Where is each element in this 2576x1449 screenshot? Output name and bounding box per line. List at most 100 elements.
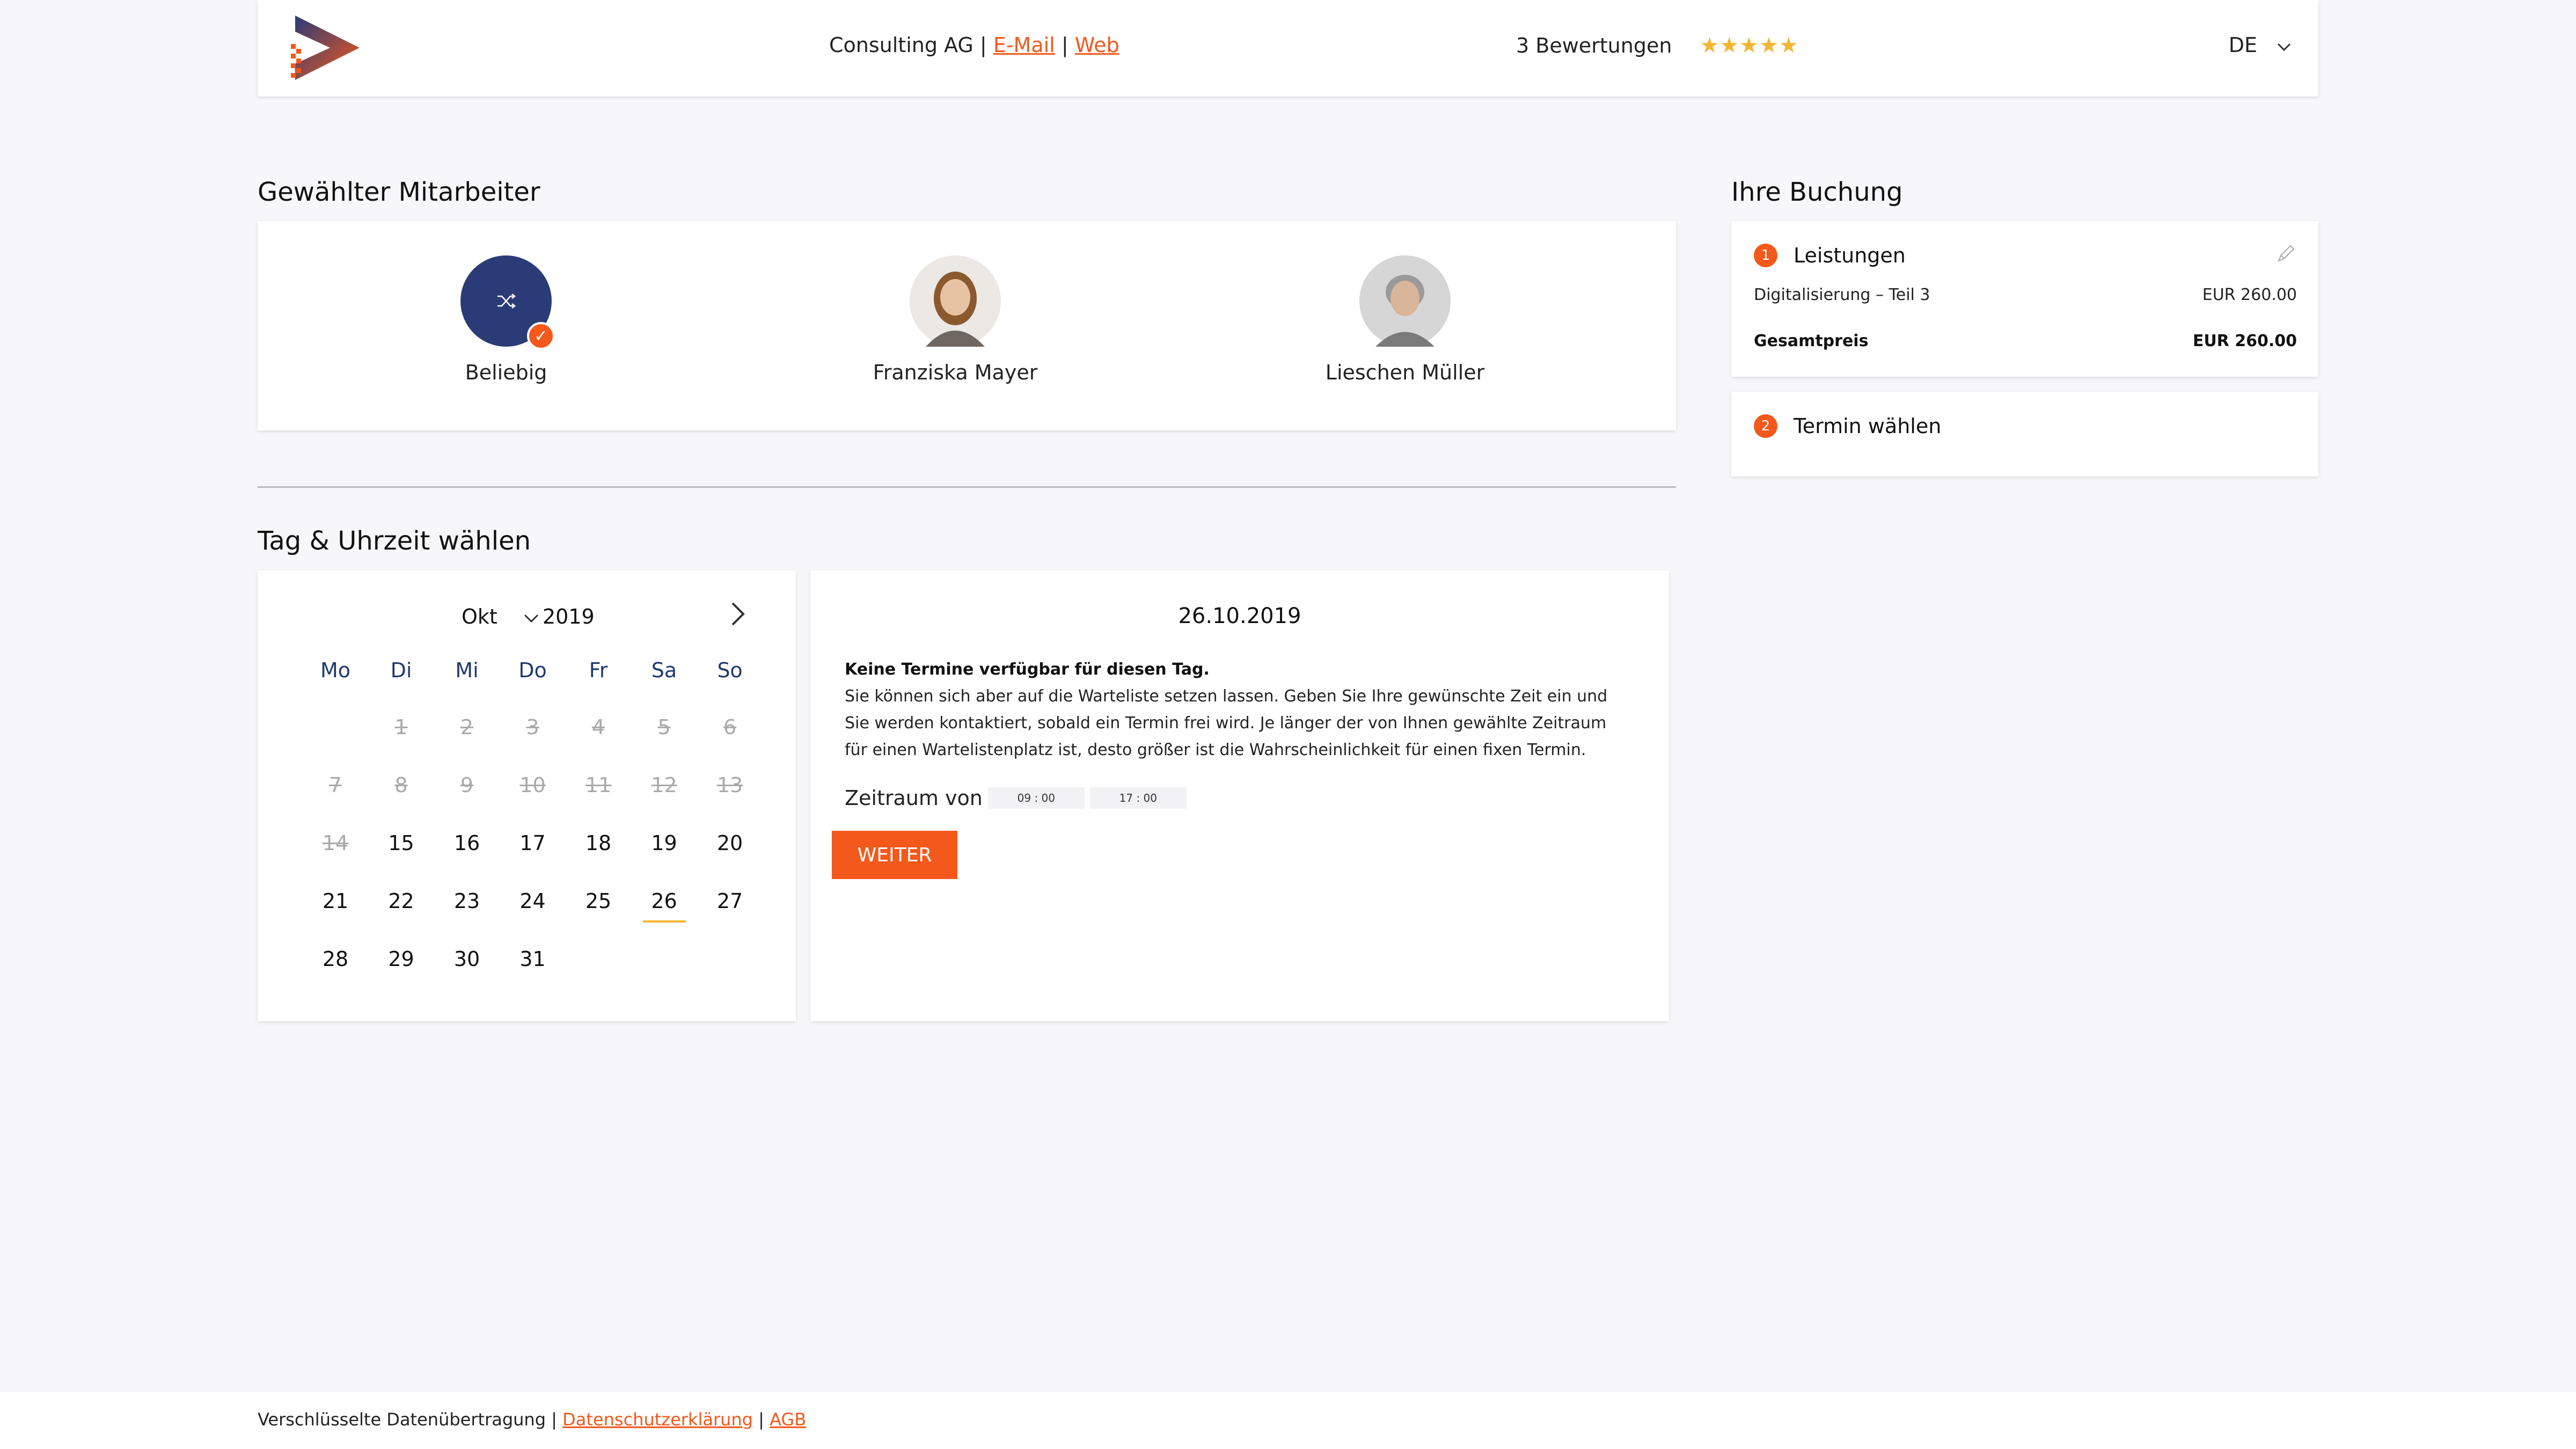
step-number: 1 <box>1754 244 1777 267</box>
calendar-day[interactable]: 20 <box>708 831 751 855</box>
calendar-day-disabled: 14 <box>322 831 349 855</box>
step-label: Leistungen <box>1794 244 1906 267</box>
employee-any[interactable]: ✓ Beliebig <box>399 255 613 384</box>
weekday-header: Fr <box>589 658 608 682</box>
weekday-header: So <box>717 658 743 682</box>
web-link[interactable]: Web <box>1075 33 1119 57</box>
footer-links: Verschlüsselte Datenübertragung | Datens… <box>258 1409 807 1430</box>
weekday-header: Di <box>390 658 412 682</box>
continue-button[interactable]: WEITER <box>832 831 957 879</box>
calendar-day[interactable]: 18 <box>577 831 620 855</box>
calendar-day[interactable]: 15 <box>380 831 423 855</box>
total-label: Gesamtpreis <box>1754 332 1869 350</box>
time-range: Zeitraum von 09 : 00 17 : 00 <box>845 786 1187 810</box>
step-appointment: 2 Termin wählen <box>1754 414 1941 438</box>
calendar-day-selected[interactable]: 26 <box>642 889 686 923</box>
encryption-note: Verschlüsselte Datenübertragung <box>258 1409 546 1430</box>
calendar-day-disabled: 4 <box>591 715 605 739</box>
weekday-header: Mi <box>455 658 479 682</box>
step-services: 1 Leistungen <box>1754 244 1906 267</box>
step-number: 2 <box>1754 414 1777 438</box>
chevron-down-icon <box>523 605 539 628</box>
employee-name: Franziska Mayer <box>873 361 1038 384</box>
waitlist-info: Keine Termine verfügbar für diesen Tag. … <box>845 656 1628 764</box>
star-rating-icon: ★★★★★ <box>1700 33 1799 58</box>
no-slots-message: Keine Termine verfügbar für diesen Tag. <box>845 660 1210 679</box>
calendar-day[interactable]: 30 <box>445 947 488 971</box>
date-section-title: Tag & Uhrzeit wählen <box>258 526 531 556</box>
language-value: DE <box>2228 33 2257 57</box>
calendar-day-disabled: 9 <box>460 773 474 797</box>
year-value: 2019 <box>543 605 595 628</box>
range-label: Zeitraum von <box>845 786 983 810</box>
footer: Verschlüsselte Datenübertragung | Datens… <box>0 1392 2576 1449</box>
chevron-down-icon <box>2277 33 2292 57</box>
company-name: Consulting AG <box>829 33 974 57</box>
employee-name: Lieschen Müller <box>1325 361 1485 384</box>
service-price: EUR 260.00 <box>2202 286 2297 304</box>
booking-services: 1 Leistungen Digitalisierung – Teil 3 EU… <box>1731 221 2318 377</box>
language-select[interactable]: DE <box>2229 33 2292 57</box>
selected-date: 26.10.2019 <box>1178 604 1301 628</box>
calendar-day[interactable]: 22 <box>380 889 423 913</box>
calendar-day-disabled: 7 <box>328 773 342 797</box>
calendar-day-disabled: 2 <box>460 715 474 739</box>
calendar-day-disabled: 11 <box>585 773 612 797</box>
avatar <box>1359 255 1451 347</box>
calendar-day-disabled: 13 <box>716 773 743 797</box>
employee-lieschen[interactable]: Lieschen Müller <box>1298 255 1512 384</box>
calendar-day[interactable]: 23 <box>445 889 488 913</box>
calendar-day[interactable]: 28 <box>314 947 357 971</box>
terms-link[interactable]: AGB <box>770 1409 806 1430</box>
total-row: Gesamtpreis EUR 260.00 <box>1754 332 2297 350</box>
calendar-day[interactable]: 19 <box>643 831 686 855</box>
calendar-day[interactable]: 21 <box>314 889 357 913</box>
time-to-input[interactable]: 17 : 00 <box>1089 787 1187 809</box>
total-price: EUR 260.00 <box>2192 332 2297 350</box>
selected-check-icon: ✓ <box>527 322 555 350</box>
avatar <box>910 255 1001 347</box>
email-link[interactable]: E-Mail <box>993 33 1055 57</box>
privacy-link[interactable]: Datenschutzerklärung <box>562 1409 753 1430</box>
ratings-count: 3 Bewertungen <box>1516 34 1672 57</box>
header-bar: Consulting AG | E-Mail | Web 3 Bewertung… <box>258 0 2318 97</box>
weekday-header: Sa <box>651 658 677 682</box>
calendar-day-disabled: 5 <box>657 715 671 739</box>
service-row: Digitalisierung – Teil 3 EUR 260.00 <box>1754 286 2297 304</box>
service-name: Digitalisierung – Teil 3 <box>1754 286 1930 304</box>
shuffle-icon: ✓ <box>460 255 555 350</box>
calendar-day[interactable]: 17 <box>511 831 554 855</box>
year-select[interactable]: 2019 <box>523 605 595 628</box>
month-select[interactable]: Okt <box>462 605 497 628</box>
company-logo[interactable] <box>290 13 365 83</box>
weekday-header: Do <box>518 658 547 682</box>
weekday-header: Mo <box>320 658 351 682</box>
next-month-button[interactable] <box>730 601 746 634</box>
timeslot-panel: 26.10.2019 Keine Termine verfügbar für d… <box>810 570 1669 1021</box>
ratings[interactable]: 3 Bewertungen ★★★★★ <box>1516 33 1799 58</box>
edit-pencil-icon[interactable] <box>2275 243 2297 269</box>
calendar-day[interactable]: 29 <box>380 947 423 971</box>
waitlist-text: Sie können sich aber auf die Warteliste … <box>845 687 1608 759</box>
calendar-day[interactable]: 24 <box>511 889 554 913</box>
employee-section-title: Gewählter Mitarbeiter <box>258 177 540 207</box>
employee-picker: ✓ Beliebig Franziska Mayer Lieschen Müll… <box>258 221 1676 430</box>
employee-franziska[interactable]: Franziska Mayer <box>848 255 1063 384</box>
calendar-day[interactable]: 27 <box>708 889 751 913</box>
calendar: Okt 2019 Mo Di Mi Do Fr Sa So 1 2 3 4 5 6 7 8 9 10 11 12 13… <box>258 570 796 1021</box>
booking-appointment: 2 Termin wählen <box>1731 392 2318 477</box>
calendar-day-disabled: 3 <box>526 715 539 739</box>
company-contact: Consulting AG | E-Mail | Web <box>829 33 1119 57</box>
time-from-input[interactable]: 09 : 00 <box>987 787 1085 809</box>
calendar-day-disabled: 6 <box>723 715 737 739</box>
calendar-day[interactable]: 16 <box>445 831 488 855</box>
calendar-day[interactable]: 25 <box>577 889 620 913</box>
calendar-day-disabled: 10 <box>519 773 546 797</box>
step-label: Termin wählen <box>1794 414 1942 438</box>
calendar-day-disabled: 12 <box>651 773 677 797</box>
employee-name: Beliebig <box>465 361 547 384</box>
calendar-day[interactable]: 31 <box>511 947 554 971</box>
booking-title: Ihre Buchung <box>1731 177 1903 207</box>
section-divider <box>258 486 1676 488</box>
calendar-day-disabled: 8 <box>394 773 408 797</box>
